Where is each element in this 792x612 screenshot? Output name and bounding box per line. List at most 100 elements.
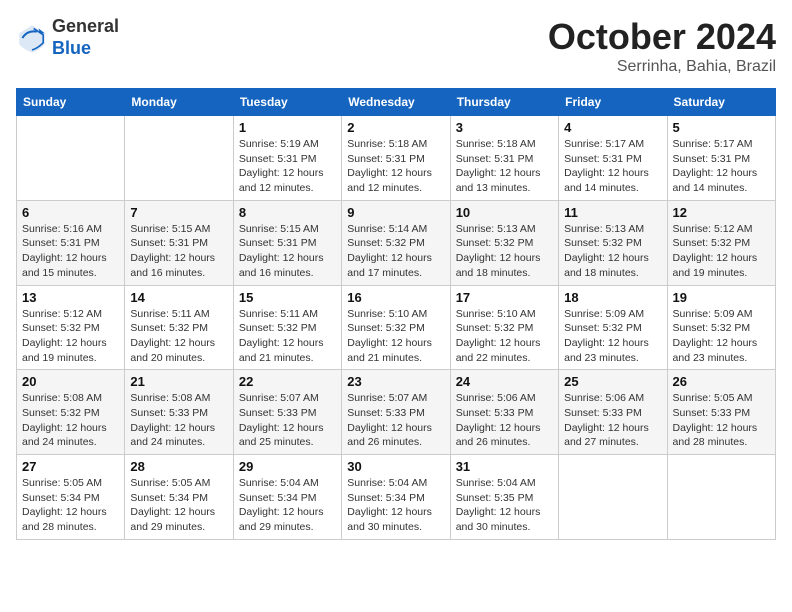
day-number: 5 — [673, 120, 770, 135]
calendar-table: SundayMondayTuesdayWednesdayThursdayFrid… — [16, 88, 776, 540]
day-info: Sunrise: 5:11 AMSunset: 5:32 PMDaylight:… — [239, 307, 336, 366]
day-info: Sunrise: 5:08 AMSunset: 5:32 PMDaylight:… — [22, 391, 119, 450]
weekday-header-saturday: Saturday — [667, 89, 775, 116]
day-number: 14 — [130, 290, 227, 305]
day-number: 19 — [673, 290, 770, 305]
day-info: Sunrise: 5:04 AMSunset: 5:35 PMDaylight:… — [456, 476, 553, 535]
calendar-cell: 16 Sunrise: 5:10 AMSunset: 5:32 PMDaylig… — [342, 285, 450, 370]
weekday-header-tuesday: Tuesday — [233, 89, 341, 116]
calendar-cell: 14 Sunrise: 5:11 AMSunset: 5:32 PMDaylig… — [125, 285, 233, 370]
calendar-cell: 15 Sunrise: 5:11 AMSunset: 5:32 PMDaylig… — [233, 285, 341, 370]
day-number: 9 — [347, 205, 444, 220]
calendar-cell: 28 Sunrise: 5:05 AMSunset: 5:34 PMDaylig… — [125, 455, 233, 540]
calendar-cell: 9 Sunrise: 5:14 AMSunset: 5:32 PMDayligh… — [342, 200, 450, 285]
calendar-cell: 21 Sunrise: 5:08 AMSunset: 5:33 PMDaylig… — [125, 370, 233, 455]
logo-blue-text: Blue — [52, 38, 91, 58]
calendar-cell: 31 Sunrise: 5:04 AMSunset: 5:35 PMDaylig… — [450, 455, 558, 540]
calendar-cell — [559, 455, 667, 540]
calendar-week-row: 13 Sunrise: 5:12 AMSunset: 5:32 PMDaylig… — [17, 285, 776, 370]
calendar-cell: 3 Sunrise: 5:18 AMSunset: 5:31 PMDayligh… — [450, 116, 558, 201]
calendar-cell: 7 Sunrise: 5:15 AMSunset: 5:31 PMDayligh… — [125, 200, 233, 285]
day-info: Sunrise: 5:08 AMSunset: 5:33 PMDaylight:… — [130, 391, 227, 450]
day-number: 8 — [239, 205, 336, 220]
day-info: Sunrise: 5:05 AMSunset: 5:33 PMDaylight:… — [673, 391, 770, 450]
day-number: 7 — [130, 205, 227, 220]
calendar-cell: 25 Sunrise: 5:06 AMSunset: 5:33 PMDaylig… — [559, 370, 667, 455]
calendar-cell: 27 Sunrise: 5:05 AMSunset: 5:34 PMDaylig… — [17, 455, 125, 540]
calendar-week-row: 27 Sunrise: 5:05 AMSunset: 5:34 PMDaylig… — [17, 455, 776, 540]
weekday-header-row: SundayMondayTuesdayWednesdayThursdayFrid… — [17, 89, 776, 116]
day-info: Sunrise: 5:10 AMSunset: 5:32 PMDaylight:… — [347, 307, 444, 366]
day-info: Sunrise: 5:06 AMSunset: 5:33 PMDaylight:… — [564, 391, 661, 450]
day-number: 18 — [564, 290, 661, 305]
calendar-cell: 30 Sunrise: 5:04 AMSunset: 5:34 PMDaylig… — [342, 455, 450, 540]
day-number: 25 — [564, 374, 661, 389]
location: Serrinha, Bahia, Brazil — [548, 58, 776, 76]
weekday-header-monday: Monday — [125, 89, 233, 116]
weekday-header-thursday: Thursday — [450, 89, 558, 116]
day-number: 1 — [239, 120, 336, 135]
calendar-week-row: 20 Sunrise: 5:08 AMSunset: 5:32 PMDaylig… — [17, 370, 776, 455]
day-number: 27 — [22, 459, 119, 474]
calendar-cell: 4 Sunrise: 5:17 AMSunset: 5:31 PMDayligh… — [559, 116, 667, 201]
day-number: 30 — [347, 459, 444, 474]
day-number: 21 — [130, 374, 227, 389]
weekday-header-sunday: Sunday — [17, 89, 125, 116]
calendar-cell: 17 Sunrise: 5:10 AMSunset: 5:32 PMDaylig… — [450, 285, 558, 370]
day-info: Sunrise: 5:04 AMSunset: 5:34 PMDaylight:… — [347, 476, 444, 535]
day-info: Sunrise: 5:12 AMSunset: 5:32 PMDaylight:… — [22, 307, 119, 366]
day-info: Sunrise: 5:11 AMSunset: 5:32 PMDaylight:… — [130, 307, 227, 366]
calendar-cell: 24 Sunrise: 5:06 AMSunset: 5:33 PMDaylig… — [450, 370, 558, 455]
day-number: 31 — [456, 459, 553, 474]
day-number: 15 — [239, 290, 336, 305]
day-info: Sunrise: 5:06 AMSunset: 5:33 PMDaylight:… — [456, 391, 553, 450]
calendar-week-row: 1 Sunrise: 5:19 AMSunset: 5:31 PMDayligh… — [17, 116, 776, 201]
day-info: Sunrise: 5:13 AMSunset: 5:32 PMDaylight:… — [456, 222, 553, 281]
day-number: 13 — [22, 290, 119, 305]
day-number: 17 — [456, 290, 553, 305]
day-info: Sunrise: 5:09 AMSunset: 5:32 PMDaylight:… — [564, 307, 661, 366]
day-info: Sunrise: 5:04 AMSunset: 5:34 PMDaylight:… — [239, 476, 336, 535]
calendar-cell: 8 Sunrise: 5:15 AMSunset: 5:31 PMDayligh… — [233, 200, 341, 285]
day-number: 29 — [239, 459, 336, 474]
calendar-cell: 2 Sunrise: 5:18 AMSunset: 5:31 PMDayligh… — [342, 116, 450, 201]
logo-general-text: General — [52, 16, 119, 36]
logo-icon — [16, 22, 48, 54]
day-number: 4 — [564, 120, 661, 135]
calendar-cell: 12 Sunrise: 5:12 AMSunset: 5:32 PMDaylig… — [667, 200, 775, 285]
calendar-cell: 6 Sunrise: 5:16 AMSunset: 5:31 PMDayligh… — [17, 200, 125, 285]
calendar-cell: 10 Sunrise: 5:13 AMSunset: 5:32 PMDaylig… — [450, 200, 558, 285]
day-info: Sunrise: 5:13 AMSunset: 5:32 PMDaylight:… — [564, 222, 661, 281]
day-info: Sunrise: 5:09 AMSunset: 5:32 PMDaylight:… — [673, 307, 770, 366]
day-info: Sunrise: 5:18 AMSunset: 5:31 PMDaylight:… — [347, 137, 444, 196]
day-info: Sunrise: 5:05 AMSunset: 5:34 PMDaylight:… — [22, 476, 119, 535]
logo: General Blue — [16, 16, 119, 59]
day-info: Sunrise: 5:19 AMSunset: 5:31 PMDaylight:… — [239, 137, 336, 196]
calendar-week-row: 6 Sunrise: 5:16 AMSunset: 5:31 PMDayligh… — [17, 200, 776, 285]
calendar-cell — [17, 116, 125, 201]
calendar-cell — [125, 116, 233, 201]
day-info: Sunrise: 5:05 AMSunset: 5:34 PMDaylight:… — [130, 476, 227, 535]
day-info: Sunrise: 5:17 AMSunset: 5:31 PMDaylight:… — [564, 137, 661, 196]
day-number: 22 — [239, 374, 336, 389]
page-header: General Blue October 2024 Serrinha, Bahi… — [16, 16, 776, 76]
day-info: Sunrise: 5:10 AMSunset: 5:32 PMDaylight:… — [456, 307, 553, 366]
day-number: 16 — [347, 290, 444, 305]
day-info: Sunrise: 5:18 AMSunset: 5:31 PMDaylight:… — [456, 137, 553, 196]
day-info: Sunrise: 5:07 AMSunset: 5:33 PMDaylight:… — [239, 391, 336, 450]
day-info: Sunrise: 5:15 AMSunset: 5:31 PMDaylight:… — [239, 222, 336, 281]
day-info: Sunrise: 5:15 AMSunset: 5:31 PMDaylight:… — [130, 222, 227, 281]
month-year: October 2024 — [548, 16, 776, 58]
weekday-header-friday: Friday — [559, 89, 667, 116]
day-number: 6 — [22, 205, 119, 220]
day-number: 26 — [673, 374, 770, 389]
calendar-cell — [667, 455, 775, 540]
calendar-cell: 11 Sunrise: 5:13 AMSunset: 5:32 PMDaylig… — [559, 200, 667, 285]
day-number: 3 — [456, 120, 553, 135]
calendar-cell: 29 Sunrise: 5:04 AMSunset: 5:34 PMDaylig… — [233, 455, 341, 540]
day-number: 11 — [564, 205, 661, 220]
calendar-cell: 20 Sunrise: 5:08 AMSunset: 5:32 PMDaylig… — [17, 370, 125, 455]
day-info: Sunrise: 5:14 AMSunset: 5:32 PMDaylight:… — [347, 222, 444, 281]
day-number: 20 — [22, 374, 119, 389]
day-number: 24 — [456, 374, 553, 389]
